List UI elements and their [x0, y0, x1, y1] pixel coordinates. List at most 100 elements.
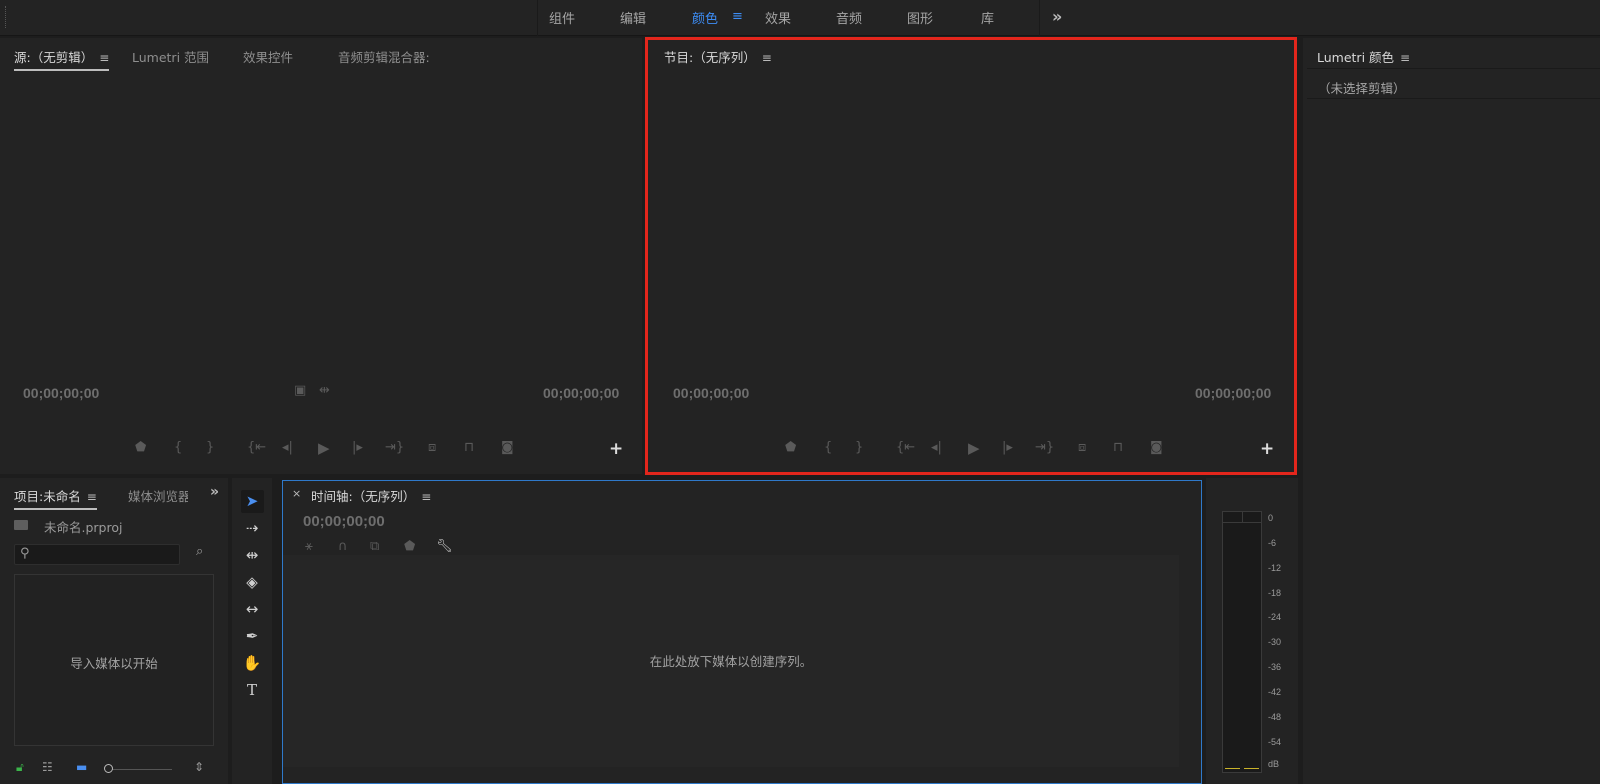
db-label: -36	[1268, 662, 1282, 672]
go-to-in-icon[interactable]: {⇤	[247, 440, 266, 455]
workspace-divider	[537, 0, 538, 36]
list-view-icon[interactable]: ☷	[42, 760, 53, 774]
program-timecode-current[interactable]: 00;00;00;00	[673, 385, 749, 401]
sort-icon[interactable]: ⇕	[194, 760, 204, 774]
timeline-timecode[interactable]: 00;00;00;00	[303, 513, 385, 530]
project-file-name: 未命名.prproj	[44, 520, 123, 535]
button-editor-button[interactable]: +	[1260, 439, 1274, 459]
add-marker-icon[interactable]: ⬟	[785, 440, 796, 455]
export-frame-icon[interactable]: ◙	[501, 440, 514, 455]
db-label: -18	[1268, 588, 1282, 598]
play-icon[interactable]: ▶	[318, 439, 330, 457]
step-forward-icon[interactable]: |▸	[1002, 440, 1013, 455]
lift-icon[interactable]: ⧈	[1078, 440, 1086, 455]
source-timecode-current[interactable]: 00;00;00;00	[23, 385, 99, 401]
workspace-tab-graphics[interactable]: 图形	[907, 8, 933, 27]
mark-in-icon[interactable]: {	[174, 440, 182, 455]
panel-menu-icon[interactable]: ≡	[762, 51, 772, 65]
workspace-tab-effects[interactable]: 效果	[765, 8, 791, 27]
db-label: 0	[1268, 513, 1274, 523]
go-to-in-icon[interactable]: {⇤	[896, 440, 915, 455]
nest-icon[interactable]: ⚹	[305, 539, 313, 554]
more-panels-icon[interactable]: »	[210, 484, 219, 500]
db-unit-label: dB	[1268, 759, 1280, 769]
ripple-edit-tool-icon[interactable]: ⇹	[232, 546, 272, 564]
panel-menu-icon[interactable]: ≡	[99, 51, 109, 65]
workspace-tab-libraries[interactable]: 库	[981, 8, 994, 27]
snap-icon[interactable]: ∩	[338, 539, 348, 554]
panel-menu-icon[interactable]: ≡	[421, 490, 431, 504]
wrench-icon[interactable]: 🔧︎	[436, 539, 453, 554]
lumetri-color-panel: Lumetri 颜色 ≡ （未选择剪辑）	[1303, 38, 1600, 784]
tab-program[interactable]: 节目:（无序列） ≡	[664, 47, 772, 66]
linked-selection-icon[interactable]: ⧉	[370, 539, 379, 554]
mark-out-icon[interactable]: }	[855, 440, 863, 455]
drag-grip[interactable]	[5, 6, 8, 28]
slip-tool-icon[interactable]: ↔	[232, 600, 272, 618]
overwrite-icon[interactable]: ⊓	[464, 440, 474, 455]
go-to-out-icon[interactable]: ⇥}	[385, 440, 404, 455]
hand-tool-icon[interactable]: ✋	[232, 654, 272, 672]
panel-menu-icon[interactable]: ≡	[1400, 51, 1410, 65]
tools-panel: ➤ ⇢ ⇹ ◈ ↔ ✒ ✋ T	[232, 478, 272, 784]
button-editor-button[interactable]: +	[609, 439, 623, 459]
track-select-tool-icon[interactable]: ⇢	[232, 519, 272, 537]
tab-media-browser[interactable]: 媒体浏览器	[128, 486, 188, 505]
timeline-drop-area[interactable]: 在此处放下媒体以创建序列。	[283, 555, 1179, 767]
audio-meter-panel: 0 -6 -12 -18 -24 -30 -36 -42 -48 -54 dB	[1206, 478, 1298, 784]
tab-lumetri-scopes[interactable]: Lumetri 范围	[132, 47, 209, 66]
extract-icon[interactable]: ⊓	[1113, 440, 1123, 455]
razor-tool-icon[interactable]: ◈	[232, 573, 272, 591]
panel-menu-icon[interactable]: ≡	[87, 490, 97, 504]
step-back-icon[interactable]: ◂|	[282, 440, 293, 455]
no-clip-selected-label: （未选择剪辑）	[1318, 81, 1406, 96]
divider	[1307, 68, 1600, 69]
db-label: -42	[1268, 687, 1282, 697]
project-drop-area[interactable]: 导入媒体以开始	[14, 574, 214, 746]
add-marker-icon[interactable]: ⬟	[135, 440, 146, 455]
selection-tool-icon[interactable]: ➤	[232, 492, 272, 510]
meter-peak-row	[1223, 522, 1261, 523]
tab-lumetri-color[interactable]: Lumetri 颜色 ≡	[1317, 47, 1410, 66]
export-frame-icon[interactable]: ◙	[1150, 440, 1163, 455]
close-icon[interactable]: ×	[292, 487, 301, 500]
zoom-slider-track[interactable]	[106, 769, 172, 770]
workspace-divider	[1039, 0, 1040, 36]
play-icon[interactable]: ▶	[968, 439, 980, 457]
drag-audio-icon[interactable]: ⇹	[319, 383, 330, 398]
type-tool-icon[interactable]: T	[232, 681, 272, 699]
workspace-tab-editing[interactable]: 编辑	[620, 8, 646, 27]
tab-audio-clip-mixer[interactable]: 音频剪辑混合器:	[338, 47, 430, 66]
step-back-icon[interactable]: ◂|	[931, 440, 942, 455]
lock-icon[interactable]: 🔓︎	[16, 760, 24, 775]
go-to-out-icon[interactable]: ⇥}	[1035, 440, 1054, 455]
program-panel-tabs: 节目:（无序列） ≡	[646, 38, 1296, 68]
workspace-tab-color[interactable]: 颜色	[692, 8, 718, 27]
step-forward-icon[interactable]: |▸	[352, 440, 363, 455]
tab-project[interactable]: 项目:未命名 ≡	[14, 486, 97, 510]
workspace-tab-audio[interactable]: 音频	[836, 8, 862, 27]
zoom-slider-knob[interactable]	[104, 764, 113, 773]
db-label: -12	[1268, 563, 1282, 573]
tab-source[interactable]: 源:（无剪辑） ≡	[14, 47, 110, 71]
workspace-menu-icon[interactable]: ≡	[732, 9, 743, 24]
tab-timeline[interactable]: 时间轴:（无序列） ≡	[311, 486, 431, 505]
workspace-tab-assembly[interactable]: 组件	[549, 8, 575, 27]
tab-effect-controls[interactable]: 效果控件	[243, 47, 293, 66]
search-icon: ⚲	[20, 546, 30, 561]
project-panel-tabs: 项目:未命名 ≡ 媒体浏览器	[0, 478, 228, 510]
project-search-input[interactable]: ⚲	[14, 544, 180, 565]
drag-video-icon[interactable]: ▣	[294, 383, 306, 398]
pen-tool-icon[interactable]: ✒	[232, 627, 272, 645]
workspace-bar: 组件 编辑 颜色 ≡ 效果 音频 图形 库 »	[0, 0, 1600, 36]
insert-icon[interactable]: ⧈	[428, 440, 436, 455]
icon-view-icon[interactable]: ▬	[76, 760, 87, 774]
mark-out-icon[interactable]: }	[206, 440, 214, 455]
add-marker-icon[interactable]: ⬟	[404, 539, 415, 554]
more-workspaces-icon[interactable]: »	[1052, 7, 1062, 26]
find-bin-icon[interactable]: ⌕	[196, 544, 203, 559]
import-media-hint: 导入媒体以开始	[70, 656, 158, 671]
program-timecode-duration: 00;00;00;00	[1195, 385, 1272, 401]
db-label: -6	[1268, 538, 1277, 548]
mark-in-icon[interactable]: {	[824, 440, 832, 455]
